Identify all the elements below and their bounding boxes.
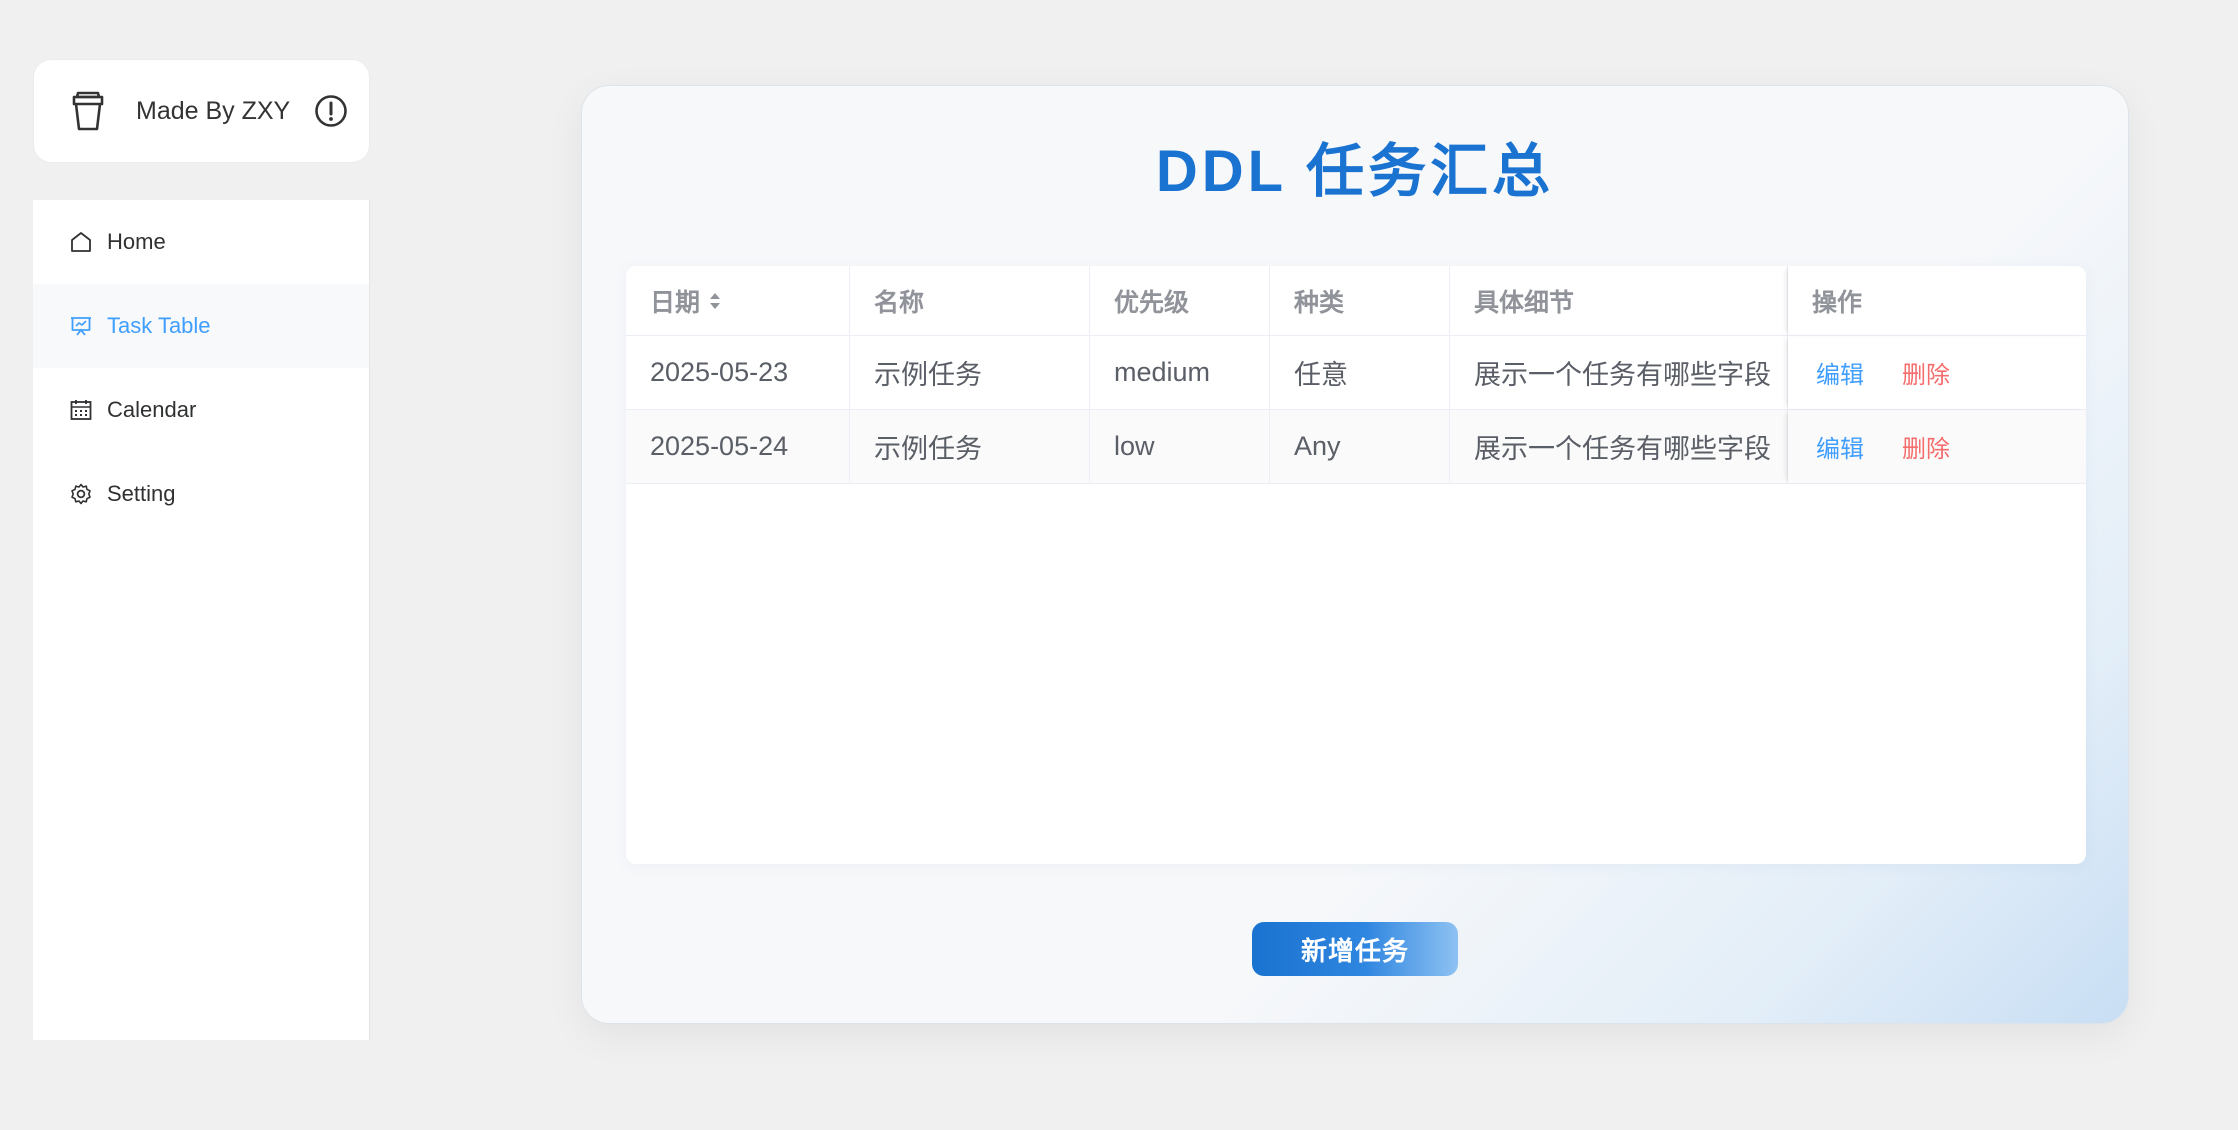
add-task-button[interactable]: 新增任务 [1252,922,1458,976]
table-row: 2025-05-24 示例任务 low Any 展示一个任务有哪些字段 编辑 删… [626,410,2086,484]
column-header-name: 名称 [850,266,1090,336]
table-header: 日期 名称 优先级 种类 具体细节 操作 [626,266,2086,336]
cell-priority: low [1090,410,1270,483]
sidebar-item-calendar[interactable]: Calendar [33,368,369,452]
sidebar-item-label: Home [107,229,166,254]
edit-button[interactable]: 编辑 [1816,429,1864,464]
info-icon[interactable] [314,94,348,128]
home-icon [71,232,91,252]
column-header-detail: 具体细节 [1450,266,1788,336]
sidebar: Home Task Table Calendar Setting [33,200,370,1040]
cell-detail: 展示一个任务有哪些字段 [1450,410,1788,483]
cell-category: 任意 [1270,336,1450,409]
cell-name: 示例任务 [850,410,1090,483]
main-card: DDL 任务汇总 日期 名称 优先级 种类 具体细节 操作 2025-05-23… [581,85,2129,1024]
cell-name: 示例任务 [850,336,1090,409]
column-header-date[interactable]: 日期 [626,266,850,336]
cell-actions: 编辑 删除 [1788,336,2086,409]
sort-caret-icon[interactable] [708,290,722,312]
column-header-actions: 操作 [1788,266,2086,336]
sidebar-item-label: Setting [107,481,176,506]
brand-text: Made By ZXY [136,96,291,125]
task-table: 日期 名称 优先级 种类 具体细节 操作 2025-05-23 示例任务 med… [626,266,2086,864]
column-header-priority: 优先级 [1090,266,1270,336]
sidebar-item-task-table[interactable]: Task Table [33,284,369,368]
brand-card: Made By ZXY [33,59,370,163]
cell-actions: 编辑 删除 [1788,410,2086,483]
calendar-icon [70,400,92,420]
gear-icon [71,483,91,505]
sidebar-item-label: Calendar [107,397,197,422]
delete-button[interactable]: 删除 [1902,429,1950,464]
table-row: 2025-05-23 示例任务 medium 任意 展示一个任务有哪些字段 编辑… [626,336,2086,410]
cell-priority: medium [1090,336,1270,409]
sidebar-item-setting[interactable]: Setting [33,452,369,536]
cell-detail: 展示一个任务有哪些字段 [1450,336,1788,409]
cell-category: Any [1270,410,1450,483]
cup-icon [72,91,104,131]
delete-button[interactable]: 删除 [1902,355,1950,390]
cell-date: 2025-05-23 [626,336,850,409]
cell-date: 2025-05-24 [626,410,850,483]
page-title: DDL 任务汇总 [1155,139,1555,204]
presentation-board-icon [71,317,91,336]
sidebar-item-label: Task Table [107,313,211,338]
column-header-category: 种类 [1270,266,1450,336]
edit-button[interactable]: 编辑 [1816,355,1864,390]
sidebar-item-home[interactable]: Home [33,200,369,284]
